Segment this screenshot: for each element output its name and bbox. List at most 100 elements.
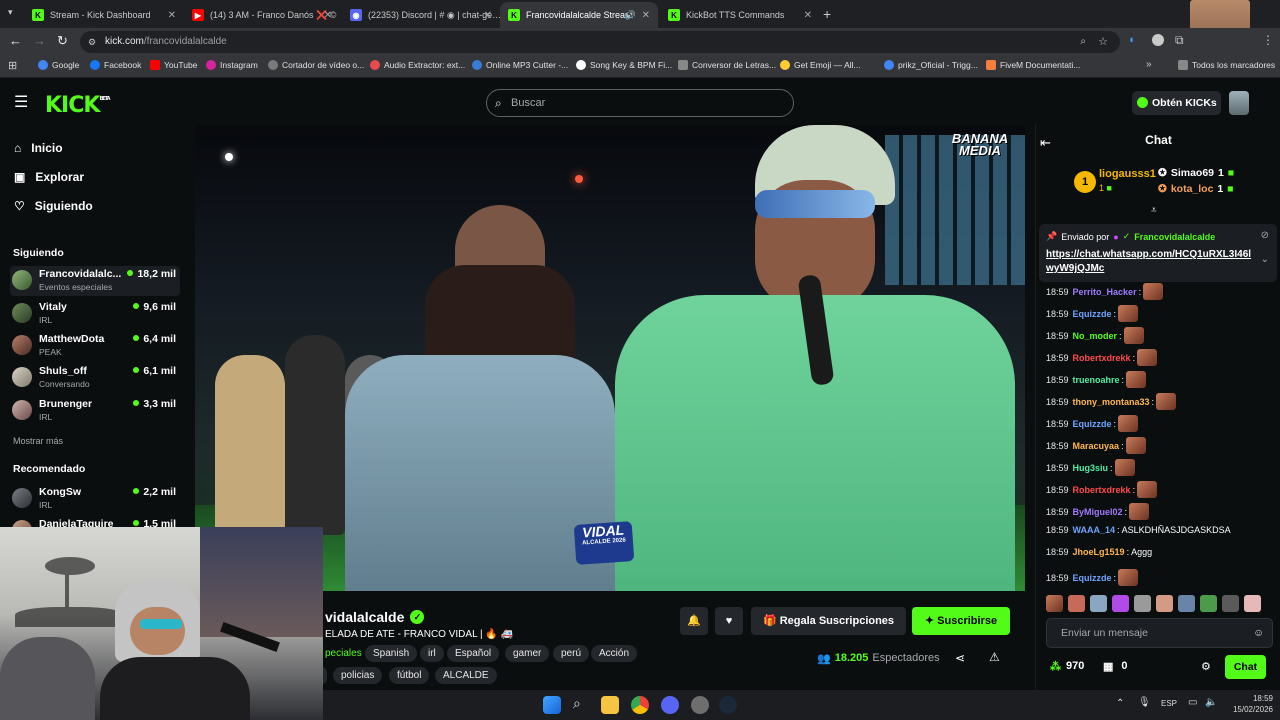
bookmark-google[interactable]: Google [38, 60, 79, 70]
search-input[interactable]: ⌕ Buscar [486, 89, 794, 117]
more-bookmarks-icon[interactable]: » [1146, 59, 1152, 70]
bookmark-youtube[interactable]: YouTube [150, 60, 197, 70]
extension-icon[interactable]: ◖ [1128, 34, 1135, 46]
tag-chip[interactable]: Spanish [365, 645, 418, 662]
message-username[interactable]: Robertxdrekk [1073, 353, 1131, 363]
follow-button[interactable]: ♥ [715, 607, 743, 635]
bookmark-letter-converter[interactable]: Conversor de Letras... [678, 60, 776, 70]
forward-icon[interactable]: → [33, 33, 46, 48]
tab-youtube[interactable]: ▶ (14) 3 AM - Franco Danós ❌ © ✕ [184, 2, 340, 28]
new-tab-icon[interactable]: + [823, 6, 831, 22]
bookmark-get-emoji[interactable]: Get Emoji — All... [780, 60, 861, 70]
video-player[interactable]: BANANA MEDIA VIDAL ALCALDE 2026 [195, 125, 1025, 591]
sidebar-item-explorar[interactable]: ▣ Explorar [14, 170, 84, 184]
apps-grid-icon[interactable]: ⊞ [8, 59, 17, 72]
tab-kickbot[interactable]: K KickBot TTS Commands ✕ [660, 2, 820, 28]
top-gifter-name[interactable]: liogausss1 [1099, 168, 1156, 180]
bookmark-star-icon[interactable]: ☆ [1098, 31, 1108, 53]
clock[interactable]: 18:59 15/02/2026 [1223, 693, 1273, 715]
tag-chip[interactable]: perú [553, 645, 590, 662]
message-username[interactable]: Hug3siu [1073, 463, 1109, 473]
bookmark-mp3-cutter[interactable]: Online MP3 Cutter -... [472, 60, 568, 70]
message-username[interactable]: Maracuyaa [1073, 441, 1120, 451]
tag-chip[interactable]: Español [447, 645, 500, 662]
emote-icon[interactable] [1068, 595, 1085, 612]
sidebar-item-inicio[interactable]: ⌂ Inicio [14, 141, 63, 155]
tag-chip[interactable]: policias [333, 667, 383, 684]
notifications-button[interactable]: 🔔 [680, 607, 708, 635]
speaker-icon[interactable]: 🔊 [625, 10, 636, 21]
back-icon[interactable]: ← [9, 33, 22, 48]
chrome-icon[interactable] [631, 696, 649, 714]
channel-name[interactable]: vidalalcalde ✓ [325, 609, 425, 625]
sidebar-item-siguiendo[interactable]: ♡ Siguiendo [14, 199, 93, 213]
close-icon[interactable]: ✕ [642, 10, 650, 21]
volume-icon[interactable]: 🔈 [1205, 697, 1217, 708]
following-channel[interactable]: Shuls_off Conversando 6,1 mil [10, 363, 180, 393]
following-channel[interactable]: Francovidalalc... Eventos especiales 18,… [10, 266, 180, 296]
message-username[interactable]: WAAA_14 [1073, 525, 1116, 535]
hamburger-menu-icon[interactable]: ☰ [14, 92, 28, 112]
message-username[interactable]: JhoeLg1519 [1073, 547, 1125, 557]
discord-icon[interactable] [661, 696, 679, 714]
address-bar[interactable]: ⚙ kick.com/francovidalalcalde ⌕ ☆ [80, 31, 1120, 53]
following-channel[interactable]: Brunenger IRL 3,3 mil [10, 396, 180, 426]
report-icon[interactable]: ⚠ [989, 650, 1000, 664]
reload-icon[interactable]: ↻ [57, 33, 68, 49]
extensions-puzzle-icon[interactable]: ⧉ [1175, 33, 1184, 48]
bookmark-fivem[interactable]: FiveM Documentati... [986, 60, 1080, 70]
tag-chip[interactable]: fútbol [389, 667, 430, 684]
close-icon[interactable]: ✕ [168, 10, 176, 21]
top-gifter-row[interactable]: ✪ kota_loc 1 ■ [1158, 183, 1234, 195]
windows-start-icon[interactable] [543, 696, 561, 714]
message-username[interactable]: truenoahre [1073, 375, 1120, 385]
site-info-icon[interactable]: ⚙ [88, 31, 96, 53]
network-icon[interactable]: ▭ [1188, 697, 1197, 708]
close-icon[interactable]: ✕ [804, 10, 812, 21]
emoji-picker-icon[interactable]: ☺ [1253, 619, 1264, 647]
tab-search-icon[interactable]: ▾ [8, 7, 13, 18]
show-more-link[interactable]: Mostrar más [13, 436, 63, 446]
emote-icon[interactable] [1046, 595, 1063, 612]
menu-kebab-icon[interactable]: ⋮ [1262, 33, 1274, 47]
tab-kick-dashboard[interactable]: K Stream - Kick Dashboard ✕ [24, 2, 184, 28]
bookmark-prikz[interactable]: prikz_Oficial - Trigg... [884, 60, 978, 70]
tag-chip[interactable]: Acción [591, 645, 638, 662]
top-gifter-row[interactable]: ✪ Simao69 1 ■ [1158, 167, 1234, 179]
bookmark-video-cutter[interactable]: Cortador de vídeo o... [268, 60, 364, 70]
following-channel[interactable]: Vitaly IRL 9,6 mil [10, 299, 180, 329]
bookmark-all[interactable]: Todos los marcadores [1178, 60, 1275, 70]
search-icon[interactable]: ⌕ [573, 695, 581, 712]
unpin-icon[interactable]: ⊘ [1261, 230, 1269, 241]
tab-kick-stream[interactable]: K Francovidalalcalde Stream 🔊 ✕ [500, 2, 658, 28]
gift-subs-button[interactable]: 🎁 Regala Suscripciones [751, 607, 906, 635]
chat-input[interactable]: Enviar un mensaje ☺ [1046, 618, 1273, 648]
tag-chip[interactable]: ALCALDE [435, 667, 497, 684]
emote-icon[interactable] [1200, 595, 1217, 612]
close-icon[interactable]: ✕ [484, 10, 492, 21]
message-username[interactable]: Perrito_Hacker [1073, 287, 1137, 297]
message-username[interactable]: thony_montana33 [1073, 397, 1150, 407]
bookmark-song-key[interactable]: Song Key & BPM Fi... [576, 60, 672, 70]
subscribe-button[interactable]: ✦ Suscribirse [912, 607, 1010, 635]
bookmark-instagram[interactable]: Instagram [206, 60, 258, 70]
emote-icon[interactable] [1156, 595, 1173, 612]
message-username[interactable]: Equizzde [1073, 419, 1112, 429]
message-username[interactable]: ByMiguel02 [1073, 507, 1123, 517]
bookmark-audio-extractor[interactable]: Audio Extractor: ext... [370, 60, 465, 70]
emote-icon[interactable] [1112, 595, 1129, 612]
tab-discord[interactable]: ◉ (22353) Discord | # ◉ | chat-ge… ✕ [342, 2, 500, 28]
tray-chevron-icon[interactable]: ⌃ [1116, 698, 1124, 709]
share-icon[interactable]: ⋖ [955, 651, 965, 665]
extension-icon[interactable] [1152, 34, 1164, 46]
message-username[interactable]: Equizzde [1073, 573, 1112, 583]
zoom-icon[interactable]: ⌕ [1080, 31, 1086, 53]
mic-icon[interactable]: 🎙 [1138, 697, 1151, 708]
get-kicks-button[interactable]: Obtén KICKs [1132, 91, 1221, 115]
emote-icon[interactable] [1090, 595, 1107, 612]
gift-counter[interactable]: ▦ 0 [1103, 660, 1128, 673]
chat-settings-gear-icon[interactable]: ⚙ [1201, 660, 1211, 673]
filter-icon[interactable]: ⩡ [1151, 205, 1157, 216]
channel-points[interactable]: ⁂ 970 [1050, 660, 1084, 673]
emote-icon[interactable] [1134, 595, 1151, 612]
